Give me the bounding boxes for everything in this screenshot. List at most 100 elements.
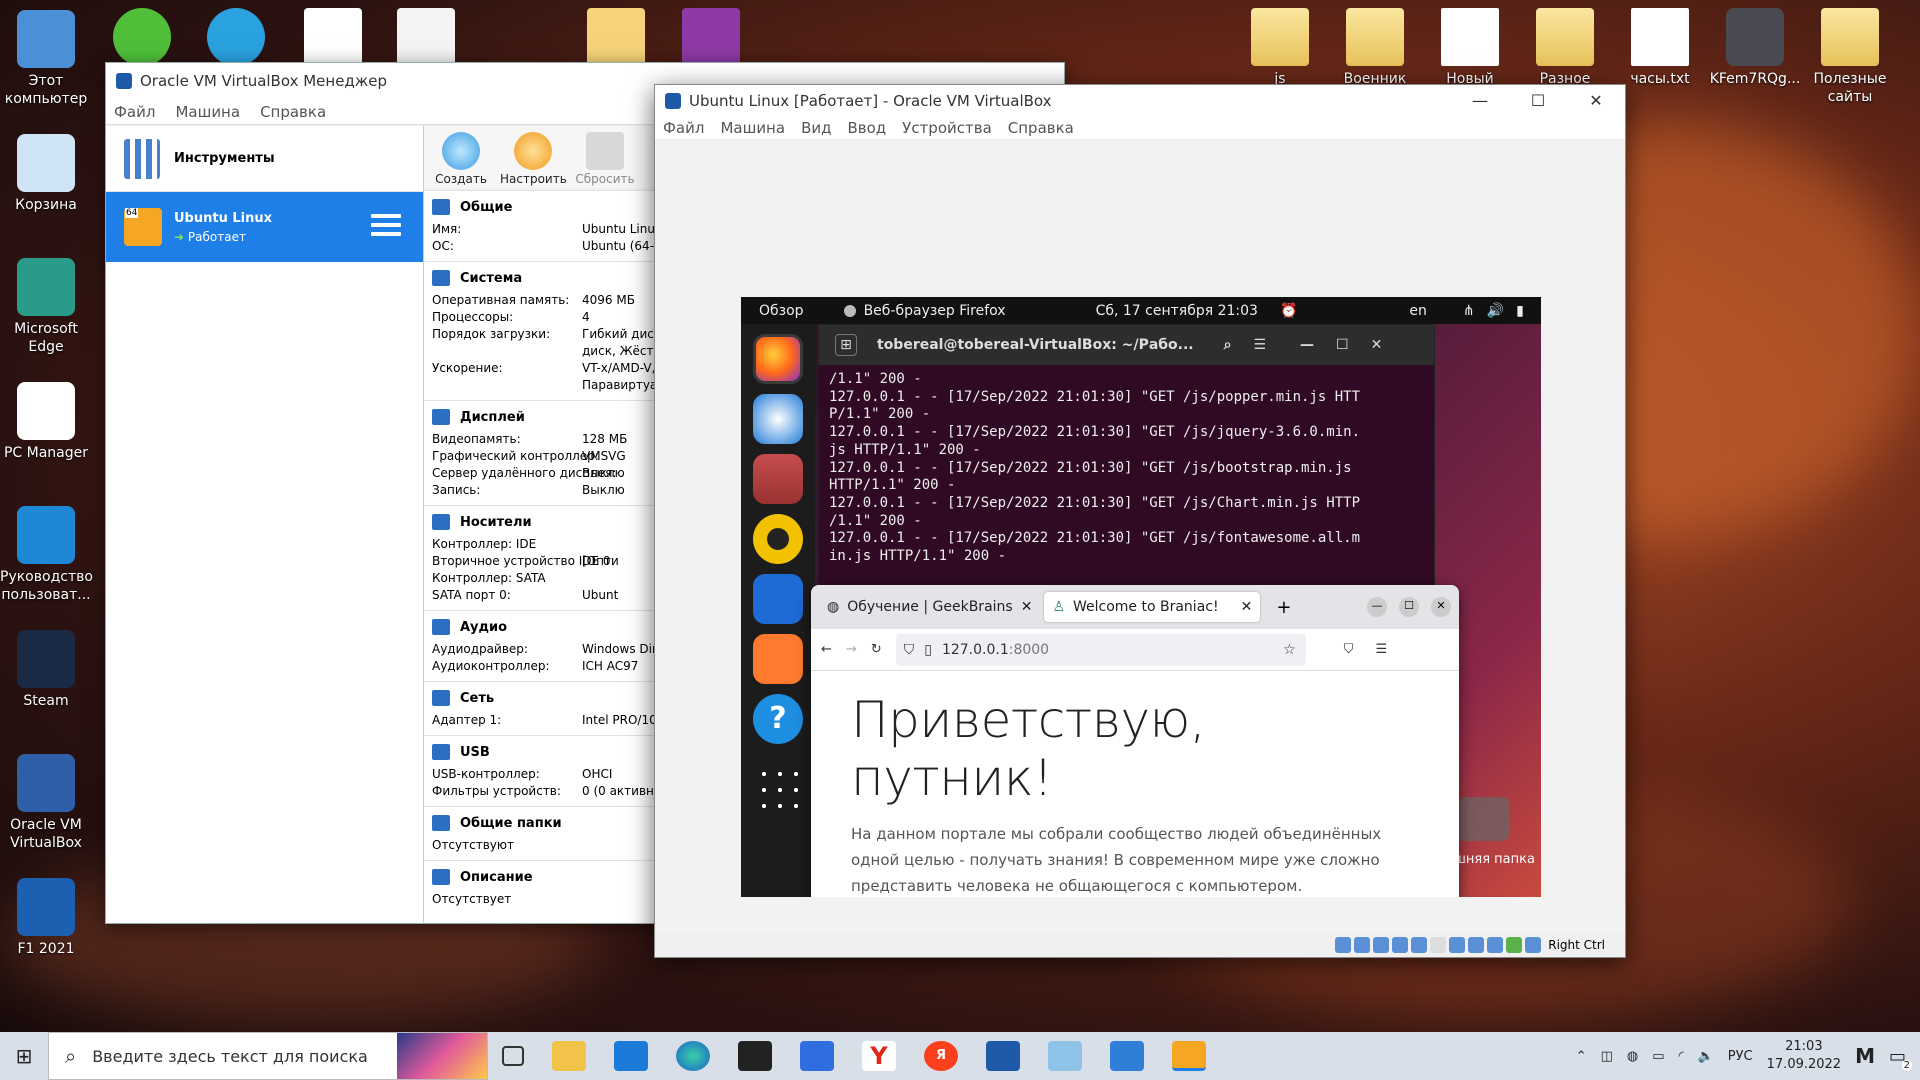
hard-disk-icon[interactable] xyxy=(1335,937,1352,953)
tools-item[interactable]: Инструменты xyxy=(106,126,423,192)
overview-button[interactable]: Обзор xyxy=(759,303,804,319)
vm-menu-file[interactable]: Файл xyxy=(663,119,704,137)
vm-menu-devices[interactable]: Устройства xyxy=(902,119,992,137)
language-indicator[interactable]: РУС xyxy=(1728,1049,1753,1064)
close-tab-icon[interactable]: ✕ xyxy=(1241,599,1253,615)
volume-icon[interactable]: 🔈 xyxy=(1698,1049,1714,1064)
desktop-shortcut[interactable]: Военник xyxy=(1329,8,1421,88)
ubuntu-desktop[interactable]: Обзор Веб-браузер Firefox Сб, 17 сентябр… xyxy=(741,297,1541,897)
mail-icon[interactable] xyxy=(614,1041,648,1071)
rhythmbox-icon[interactable] xyxy=(753,514,803,564)
battery-icon[interactable]: ▭ xyxy=(1652,1049,1664,1064)
mouse-integration-icon[interactable] xyxy=(1506,937,1523,953)
language-indicator[interactable]: en xyxy=(1409,303,1427,319)
photos-icon[interactable] xyxy=(1110,1041,1144,1071)
vbm-menu-help[interactable]: Справка xyxy=(260,103,326,121)
reload-icon[interactable]: ↻ xyxy=(871,642,882,657)
terminal-output[interactable]: /1.1" 200 -127.0.0.1 - - [17/Sep/2022 21… xyxy=(819,365,1434,572)
back-icon[interactable]: ← xyxy=(821,642,832,657)
minimize-icon[interactable]: — xyxy=(1367,597,1387,617)
pocket-icon[interactable]: ⛉ xyxy=(1344,642,1354,657)
desktop-shortcut[interactable]: Разное xyxy=(1519,8,1611,88)
vm-screen-area[interactable]: Обзор Веб-браузер Firefox Сб, 17 сентябр… xyxy=(655,141,1625,933)
usb-icon[interactable] xyxy=(1411,937,1428,953)
host-key-label[interactable]: Right Ctrl xyxy=(1548,938,1605,952)
shield-icon[interactable]: ⛉ xyxy=(904,642,915,658)
desktop-shortcut[interactable] xyxy=(570,8,662,70)
edge-icon[interactable] xyxy=(676,1041,710,1071)
new-tab-icon[interactable]: ⊞ xyxy=(835,334,857,356)
terminal-window[interactable]: ⊞ tobereal@tobereal-VirtualBox: ~/Рабо..… xyxy=(818,324,1435,597)
battery-icon[interactable]: ▮ xyxy=(1516,303,1524,319)
maximize-icon[interactable]: ☐ xyxy=(1399,597,1419,617)
bookmark-star-icon[interactable]: ☆ xyxy=(1283,642,1296,658)
vm-item-ubuntu[interactable]: 64 Ubuntu Linux ➜ Работает xyxy=(106,192,423,262)
maximize-icon[interactable]: ☐ xyxy=(1509,85,1567,117)
app-grid-icon[interactable] xyxy=(756,766,800,810)
writer-icon[interactable] xyxy=(753,574,803,624)
desktop-shortcut[interactable] xyxy=(380,8,472,70)
task-view-icon[interactable] xyxy=(502,1046,524,1066)
home-folder-desktop-icon[interactable] xyxy=(1459,797,1509,841)
files-icon[interactable] xyxy=(753,454,803,504)
virtualbox-taskbar-icon[interactable] xyxy=(986,1041,1020,1071)
hamburger-menu-icon[interactable]: ☰ xyxy=(1253,337,1266,353)
active-app-label[interactable]: Веб-браузер Firefox xyxy=(864,303,1006,319)
desktop-shortcut[interactable]: Microsoft Edge xyxy=(0,258,92,356)
store-icon[interactable] xyxy=(800,1041,834,1071)
vbm-menu-machine[interactable]: Машина xyxy=(175,103,240,121)
vm-menu-input[interactable]: Ввод xyxy=(847,119,886,137)
wifi-icon[interactable]: ◜ xyxy=(1679,1049,1684,1064)
thunderbird-icon[interactable] xyxy=(753,394,803,444)
close-tab-icon[interactable]: ✕ xyxy=(1021,599,1033,615)
network-icon[interactable] xyxy=(1392,937,1409,953)
desktop-shortcut[interactable]: Корзина xyxy=(0,134,92,214)
security-icon[interactable]: ◍ xyxy=(1627,1049,1638,1064)
new-tab-button[interactable]: + xyxy=(1276,597,1291,618)
recording-icon[interactable] xyxy=(1468,937,1485,953)
close-icon[interactable]: ✕ xyxy=(1567,85,1625,117)
firefox-icon[interactable] xyxy=(753,334,803,384)
url-bar[interactable]: ⛉ ▯ 127.0.0.1:8000 ☆ xyxy=(895,633,1306,666)
yandex-icon[interactable]: Я xyxy=(924,1041,958,1071)
help-icon[interactable]: ? xyxy=(753,694,803,744)
desktop-shortcut[interactable]: Этот компьютер xyxy=(0,10,92,108)
epic-games-icon[interactable] xyxy=(738,1041,772,1071)
desktop-shortcut[interactable]: F1 2021 xyxy=(0,878,92,958)
audio-icon[interactable] xyxy=(1373,937,1390,953)
desktop-shortcut[interactable] xyxy=(96,8,188,70)
desktop-shortcut[interactable]: Steam xyxy=(0,630,92,710)
vm-details-menu-icon[interactable] xyxy=(371,214,401,241)
volume-icon[interactable]: 🔊 xyxy=(1487,303,1504,319)
notes-icon[interactable] xyxy=(1048,1041,1082,1071)
vm-menu-help[interactable]: Справка xyxy=(1008,119,1074,137)
close-icon[interactable]: ✕ xyxy=(1431,597,1451,617)
notifications-icon[interactable]: ▭ 2 xyxy=(1889,1046,1912,1071)
vbm-menu-file[interactable]: Файл xyxy=(114,103,155,121)
ubuntu-vm-taskbar-icon[interactable] xyxy=(1172,1041,1206,1071)
desktop-shortcut[interactable]: KFem7RQg... xyxy=(1709,8,1801,88)
desktop-shortcut[interactable]: js xyxy=(1234,8,1326,88)
desktop-shortcut[interactable]: Полезные сайты xyxy=(1804,8,1896,106)
close-icon[interactable]: ✕ xyxy=(1371,337,1383,353)
start-icon[interactable]: ⊞ xyxy=(0,1044,48,1068)
settings-button[interactable]: Настроить xyxy=(500,126,567,188)
clock[interactable]: Сб, 17 сентября 21:03 xyxy=(1096,303,1258,319)
tab-geekbrains[interactable]: ◍ Обучение | GeekBrains ✕ xyxy=(819,592,1040,622)
optical-drive-icon[interactable] xyxy=(1354,937,1371,953)
vm-menu-machine[interactable]: Машина xyxy=(720,119,785,137)
vm-menu-view[interactable]: Вид xyxy=(801,119,831,137)
clock[interactable]: 21:03 17.09.2022 xyxy=(1767,1038,1841,1074)
pc-manager-tray-icon[interactable]: Ⅿ xyxy=(1855,1044,1875,1068)
desktop-shortcut[interactable] xyxy=(287,8,379,70)
desktop-shortcut[interactable] xyxy=(665,8,757,70)
desktop-shortcut[interactable]: Oracle VM VirtualBox xyxy=(0,754,92,852)
url-text[interactable]: 127.0.0.1:8000 xyxy=(942,642,1049,658)
desktop-shortcut[interactable]: PC Manager xyxy=(0,382,92,462)
network-icon[interactable]: ⋔ xyxy=(1463,303,1475,319)
app-menu-icon[interactable]: ☰ xyxy=(1375,642,1387,657)
discard-button[interactable]: Сбросить xyxy=(572,126,638,188)
firefox-window[interactable]: ◍ Обучение | GeekBrains ✕ ♙ Welcome to Bran… xyxy=(811,585,1459,897)
minimize-icon[interactable]: — xyxy=(1451,85,1509,117)
search-icon[interactable]: ⌕ xyxy=(1224,337,1232,353)
